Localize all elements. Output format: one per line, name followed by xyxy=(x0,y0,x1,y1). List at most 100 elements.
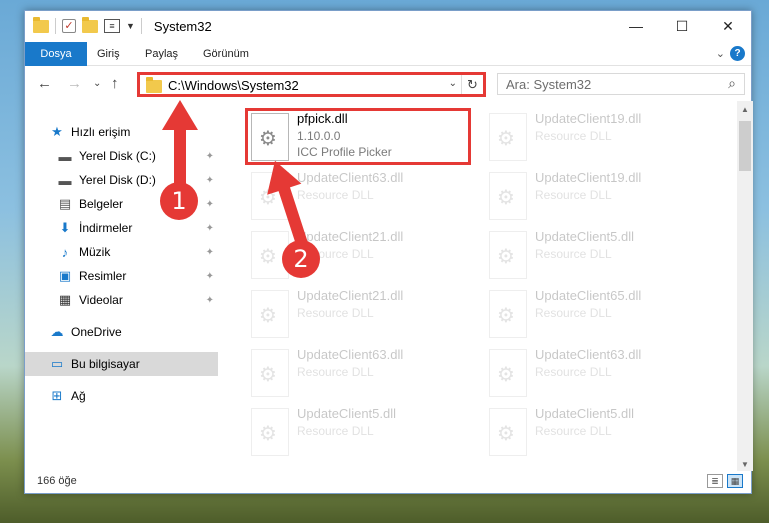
file-item[interactable]: UpdateClient5.dll Resource DLL xyxy=(483,226,713,284)
window-title: System32 xyxy=(153,18,212,34)
file-name: UpdateClient63.dll xyxy=(297,347,404,362)
sidebar-item-label: Bu bilgisayar xyxy=(71,357,140,371)
details-view-icon[interactable]: ≣ xyxy=(707,474,723,488)
dll-file-icon xyxy=(489,113,527,161)
expand-ribbon-icon[interactable]: ⌄ xyxy=(716,47,725,60)
tiles-view-icon[interactable]: ▦ xyxy=(727,474,743,488)
close-button[interactable]: ✕ xyxy=(705,11,751,41)
dll-file-icon xyxy=(489,290,527,338)
new-folder-icon[interactable] xyxy=(82,16,98,33)
search-placeholder: Ara: System32 xyxy=(506,77,592,92)
file-name: UpdateClient5.dll xyxy=(297,406,397,421)
customize-icon[interactable]: ≡ xyxy=(104,19,120,33)
divider xyxy=(140,18,142,34)
file-detail: Resource DLL xyxy=(297,306,374,320)
sidebar-item-resimler[interactable]: ▣ Resimler ✦ xyxy=(25,264,218,288)
ribbon-tabs: Dosya Giriş Paylaş Görünüm ⌄ ? xyxy=(25,42,751,66)
scroll-up-icon[interactable]: ▲ xyxy=(737,105,753,114)
file-item[interactable]: UpdateClient63.dll Resource DLL xyxy=(245,344,475,402)
minimize-button[interactable]: — xyxy=(613,11,659,41)
file-name: UpdateClient21.dll xyxy=(297,288,404,303)
forward-arrow-icon[interactable]: → xyxy=(67,75,82,92)
file-item[interactable]: UpdateClient21.dll Resource DLL xyxy=(245,285,475,343)
refresh-icon[interactable]: ↻ xyxy=(461,75,483,94)
tab-home[interactable]: Giriş xyxy=(87,42,130,66)
address-path[interactable]: C:\Windows\System32 xyxy=(168,78,299,93)
chevron-down-icon[interactable]: ⌄ xyxy=(449,78,457,89)
title-bar: ✓ ≡ ▼ System32 — ☐ ✕ xyxy=(25,11,751,41)
file-item[interactable]: UpdateClient19.dll Resource DLL xyxy=(483,167,713,225)
file-detail: Resource DLL xyxy=(535,365,612,379)
search-icon[interactable]: ⌕ xyxy=(728,75,736,92)
address-bar[interactable]: C:\Windows\System32 ⌄ ↻ xyxy=(137,72,486,97)
pin-icon[interactable]: ✦ xyxy=(206,247,214,258)
scroll-down-icon[interactable]: ▼ xyxy=(737,460,753,469)
pin-icon[interactable]: ✦ xyxy=(206,271,214,282)
file-detail: Resource DLL xyxy=(297,424,374,438)
up-arrow-icon[interactable]: ↑ xyxy=(111,75,119,92)
help-icon[interactable]: ? xyxy=(730,46,745,61)
navigation-bar: ← → ⌄ ↑ C:\Windows\System32 ⌄ ↻ Ara: Sys… xyxy=(25,67,751,101)
window-controls: — ☐ ✕ xyxy=(613,11,751,41)
file-detail: Resource DLL xyxy=(535,188,612,202)
video-icon: ▦ xyxy=(58,292,72,307)
item-count: 166 öğe xyxy=(37,475,77,487)
pin-icon[interactable]: ✦ xyxy=(206,151,214,162)
cloud-icon: ☁ xyxy=(50,324,64,339)
divider xyxy=(55,18,56,34)
sidebar-item-bu-bilgisayar[interactable]: ▭ Bu bilgisayar xyxy=(25,352,218,376)
computer-icon: ▭ xyxy=(50,356,64,371)
file-item[interactable]: UpdateClient65.dll Resource DLL xyxy=(483,285,713,343)
sidebar-item-label: Yerel Disk (D:) xyxy=(79,173,156,187)
file-item[interactable]: UpdateClient5.dll Resource DLL xyxy=(483,403,713,461)
pin-icon[interactable]: ✦ xyxy=(206,175,214,186)
view-switcher: ≣ ▦ xyxy=(707,474,743,488)
pictures-icon: ▣ xyxy=(58,268,72,283)
sidebar-item-onedrive[interactable]: ☁ OneDrive xyxy=(25,320,218,344)
scrollbar-thumb[interactable] xyxy=(739,121,751,171)
tab-view[interactable]: Görünüm xyxy=(193,42,259,66)
search-input[interactable]: Ara: System32 ⌕ xyxy=(497,73,745,95)
dll-file-icon xyxy=(489,408,527,456)
file-item[interactable]: UpdateClient19.dll Resource DLL xyxy=(483,108,713,166)
sidebar-item-label: Videolar xyxy=(79,293,123,307)
sidebar-item-label: OneDrive xyxy=(71,325,122,339)
sidebar-item-label: Müzik xyxy=(79,245,111,259)
sidebar-item-müzik[interactable]: ♪ Müzik ✦ xyxy=(25,240,218,264)
dll-file-icon xyxy=(251,290,289,338)
file-detail: Resource DLL xyxy=(535,247,612,261)
dll-file-icon xyxy=(489,349,527,397)
highlight-box xyxy=(245,108,471,165)
pin-icon[interactable]: ✦ xyxy=(206,223,214,234)
vertical-scrollbar[interactable]: ▲ ▼ xyxy=(737,101,753,471)
sidebar-item-label: İndirmeler xyxy=(79,221,133,235)
chevron-down-icon[interactable]: ▼ xyxy=(126,21,135,31)
file-name: UpdateClient63.dll xyxy=(535,347,642,362)
tab-file[interactable]: Dosya xyxy=(25,42,87,66)
maximize-button[interactable]: ☐ xyxy=(659,11,705,41)
properties-check-icon[interactable]: ✓ xyxy=(62,19,76,33)
sidebar-item-label: Belgeler xyxy=(79,197,124,211)
back-arrow-icon[interactable]: ← xyxy=(37,75,52,92)
step-number-2: 2 xyxy=(282,240,320,278)
sidebar-item-label: Hızlı erişim xyxy=(71,125,131,139)
sidebar-item-i-ndirmeler[interactable]: ⬇ İndirmeler ✦ xyxy=(25,216,218,240)
recent-locations-icon[interactable]: ⌄ xyxy=(93,78,101,89)
file-item[interactable]: UpdateClient5.dll Resource DLL xyxy=(245,403,475,461)
network-icon: ⊞ xyxy=(51,388,63,403)
folder-icon xyxy=(146,77,162,93)
file-name: UpdateClient65.dll xyxy=(535,288,642,303)
sidebar-item-ağ[interactable]: ⊞ Ağ xyxy=(25,384,218,408)
pin-icon[interactable]: ✦ xyxy=(206,295,214,306)
file-detail: Resource DLL xyxy=(535,129,612,143)
file-item[interactable]: UpdateClient63.dll Resource DLL xyxy=(483,344,713,402)
tab-share[interactable]: Paylaş xyxy=(135,42,188,66)
file-name: UpdateClient5.dll xyxy=(535,406,635,421)
file-detail: Resource DLL xyxy=(297,365,374,379)
pin-icon[interactable]: ✦ xyxy=(206,199,214,210)
dll-file-icon xyxy=(489,172,527,220)
sidebar-item-videolar[interactable]: ▦ Videolar ✦ xyxy=(25,288,218,312)
file-detail: Resource DLL xyxy=(535,424,612,438)
dll-file-icon xyxy=(251,408,289,456)
music-icon: ♪ xyxy=(61,244,69,260)
